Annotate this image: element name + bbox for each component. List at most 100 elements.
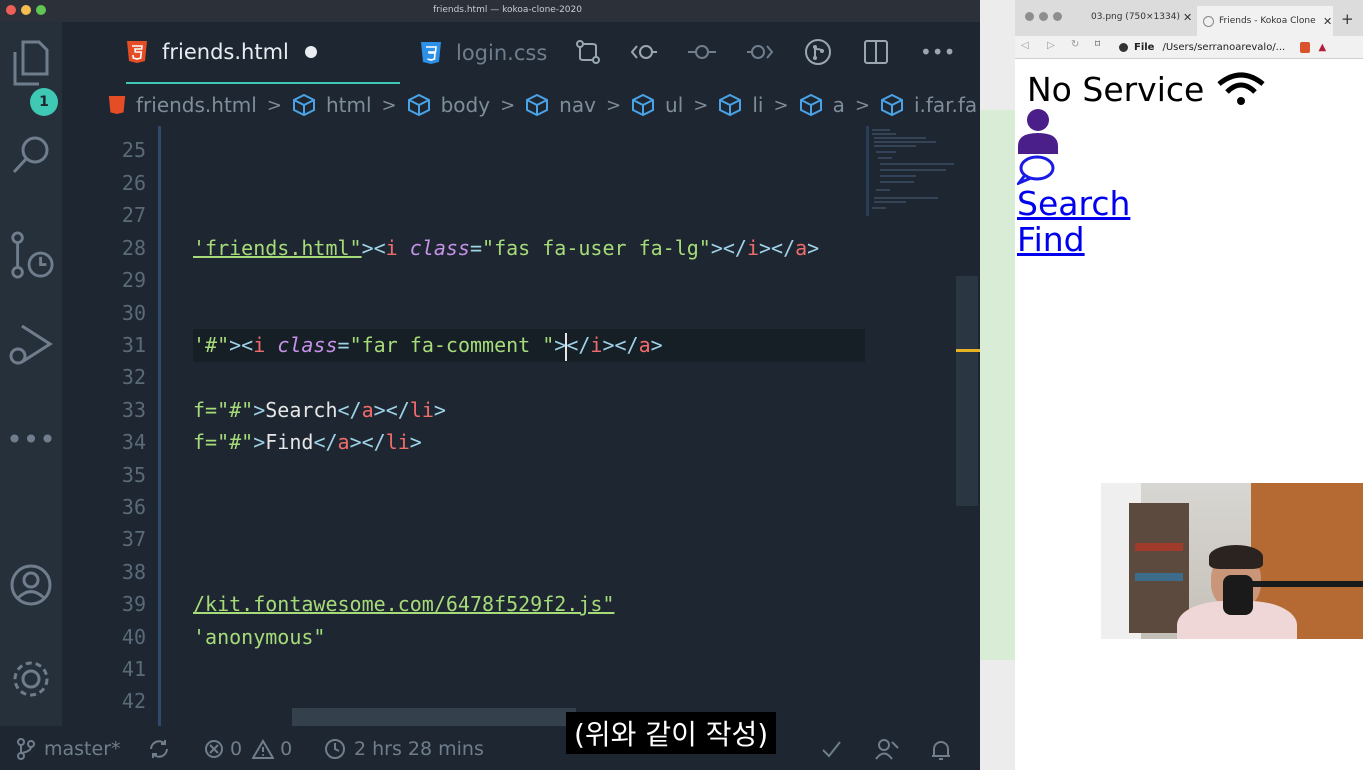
browser-window: 03.png (750×1334) ✕ Friends - Kokoa Clon… xyxy=(1014,0,1363,770)
warning-icon xyxy=(252,739,275,759)
line-number: 34 xyxy=(121,430,146,454)
line-number: 26 xyxy=(121,171,146,195)
html5-icon xyxy=(108,96,126,114)
comment-icon xyxy=(1014,155,1055,187)
breadcrumb-item-file[interactable]: friends.html xyxy=(108,93,257,117)
breadcrumb-item-a[interactable]: a xyxy=(799,93,845,117)
line-number: 35 xyxy=(121,463,146,487)
compare-changes-icon[interactable] xyxy=(574,38,602,66)
settings-gear-icon[interactable] xyxy=(8,656,54,702)
source-control-badge: 1 xyxy=(30,88,58,116)
line-number: 29 xyxy=(121,268,146,292)
branch-indicator[interactable]: master* xyxy=(16,738,121,760)
minimap[interactable] xyxy=(866,126,956,216)
browser-close-button[interactable] xyxy=(1025,12,1034,21)
tab-label: login.css xyxy=(456,41,548,65)
browser-tab-friends[interactable]: Friends - Kokoa Clone ✕ xyxy=(1197,6,1333,36)
notifications-bell-icon[interactable] xyxy=(930,738,952,762)
browser-tab-strip: 03.png (750×1334) ✕ Friends - Kokoa Clon… xyxy=(1015,0,1363,36)
element-cube-icon xyxy=(526,93,549,117)
element-cube-icon xyxy=(880,93,903,117)
rewards-icon[interactable]: ▲ xyxy=(1318,42,1326,53)
horizontal-scrollbar[interactable] xyxy=(292,708,576,726)
next-change-icon[interactable] xyxy=(746,38,774,66)
line-number: 42 xyxy=(121,689,146,713)
line-number: 36 xyxy=(121,495,146,519)
search-icon[interactable] xyxy=(8,132,54,178)
nav-link-find[interactable]: Find xyxy=(1017,220,1085,259)
breadcrumb-item-html[interactable]: html xyxy=(292,93,372,117)
commit-icon[interactable] xyxy=(688,38,716,66)
close-tab-icon[interactable]: ✕ xyxy=(1183,11,1192,24)
previous-change-icon[interactable] xyxy=(630,38,658,66)
tab-friends-html[interactable]: friends.html xyxy=(126,22,400,84)
more-icon[interactable]: ••• xyxy=(6,416,56,462)
code-line-39: /kit.fontawesome.com/6478f529f2.js" xyxy=(193,592,615,616)
git-branch-icon xyxy=(17,738,35,760)
split-editor-icon[interactable] xyxy=(862,38,890,66)
line-number: 28 xyxy=(121,236,146,260)
webcam-overlay xyxy=(1101,483,1363,639)
window-title: friends.html — kokoa-clone-2020 xyxy=(432,5,582,15)
live-share-icon[interactable] xyxy=(874,738,900,760)
breadcrumb-item-body[interactable]: body xyxy=(407,93,490,117)
element-cube-icon xyxy=(799,93,822,117)
background-window-strip-green xyxy=(980,110,1015,660)
run-debug-icon[interactable] xyxy=(8,322,54,368)
browser-minimize-button[interactable] xyxy=(1039,12,1048,21)
explorer-icon[interactable] xyxy=(8,40,54,86)
rendered-page: No Service Search Find xyxy=(1014,58,1363,770)
editor-tabs: friends.html login.css ••• xyxy=(62,22,980,84)
line-number: 25 xyxy=(121,138,146,162)
brave-shield-icon[interactable] xyxy=(1300,41,1311,53)
element-cube-icon xyxy=(632,93,655,117)
breadcrumb-item-nav[interactable]: nav xyxy=(525,93,596,117)
more-actions-icon[interactable]: ••• xyxy=(920,40,955,64)
wifi-icon xyxy=(1217,72,1265,105)
account-icon[interactable] xyxy=(8,562,54,608)
code-editor[interactable]: 25 26 27 28 29 30 31 32 33 34 35 36 37 3… xyxy=(62,126,980,726)
element-cube-icon xyxy=(719,93,742,117)
vertical-scrollbar[interactable] xyxy=(956,276,978,506)
browser-zoom-button[interactable] xyxy=(1053,12,1062,21)
element-cube-icon xyxy=(292,93,315,117)
line-number: 38 xyxy=(121,560,146,584)
source-control-timeline-icon[interactable] xyxy=(8,231,54,279)
history-clock-icon xyxy=(325,739,345,759)
new-tab-icon[interactable]: + xyxy=(1341,10,1354,28)
status-text: No Service xyxy=(1027,70,1205,109)
forward-icon[interactable]: ▷ xyxy=(1047,40,1055,51)
mic-arm xyxy=(1251,581,1363,587)
browser-tab-image[interactable]: 03.png (750×1334) xyxy=(1091,12,1191,22)
line-number: 41 xyxy=(121,657,146,681)
unsaved-dot-icon xyxy=(304,46,317,58)
code-line-31: '#"><i class="far fa-comment "></i></a> xyxy=(193,333,663,357)
breadcrumb-item-i[interactable]: i.far.fa xyxy=(880,93,977,117)
problems-indicator[interactable]: 0 0 xyxy=(204,738,292,760)
cursor-position-marker xyxy=(956,349,980,352)
line-number: 31 xyxy=(121,333,146,357)
close-tab-icon[interactable]: ✕ xyxy=(1323,15,1332,28)
back-icon[interactable]: ◁ xyxy=(1021,40,1029,51)
git-graph-icon[interactable] xyxy=(804,38,832,66)
line-number: 37 xyxy=(121,527,146,551)
bookmark-icon[interactable]: ⌑ xyxy=(1095,39,1100,50)
user-icon xyxy=(1018,109,1058,154)
line-number: 27 xyxy=(121,203,146,227)
breadcrumb-item-li[interactable]: li xyxy=(718,93,763,117)
check-icon[interactable] xyxy=(820,738,842,760)
info-icon xyxy=(1119,42,1128,52)
activity-bar: 1 ••• xyxy=(0,22,62,770)
reload-icon[interactable]: ↻ xyxy=(1071,39,1079,50)
breadcrumb: friends.html > html > body > nav > ul > … xyxy=(62,84,980,126)
tab-label: friends.html xyxy=(162,40,289,64)
sync-icon[interactable] xyxy=(148,738,170,760)
video-subtitle: (위와 같이 작성) xyxy=(566,712,777,754)
nav-link-search[interactable]: Search xyxy=(1017,184,1130,223)
page-favicon-icon xyxy=(1203,15,1214,27)
url-field[interactable]: File /Users/serranoarevalo/... ▲ xyxy=(1119,39,1347,55)
breadcrumb-item-ul[interactable]: ul xyxy=(631,93,683,117)
wakatime-indicator[interactable]: 2 hrs 28 mins xyxy=(324,738,484,760)
code-line-34: f="#">Find</a></li> xyxy=(193,430,422,454)
line-number: 40 xyxy=(121,625,146,649)
